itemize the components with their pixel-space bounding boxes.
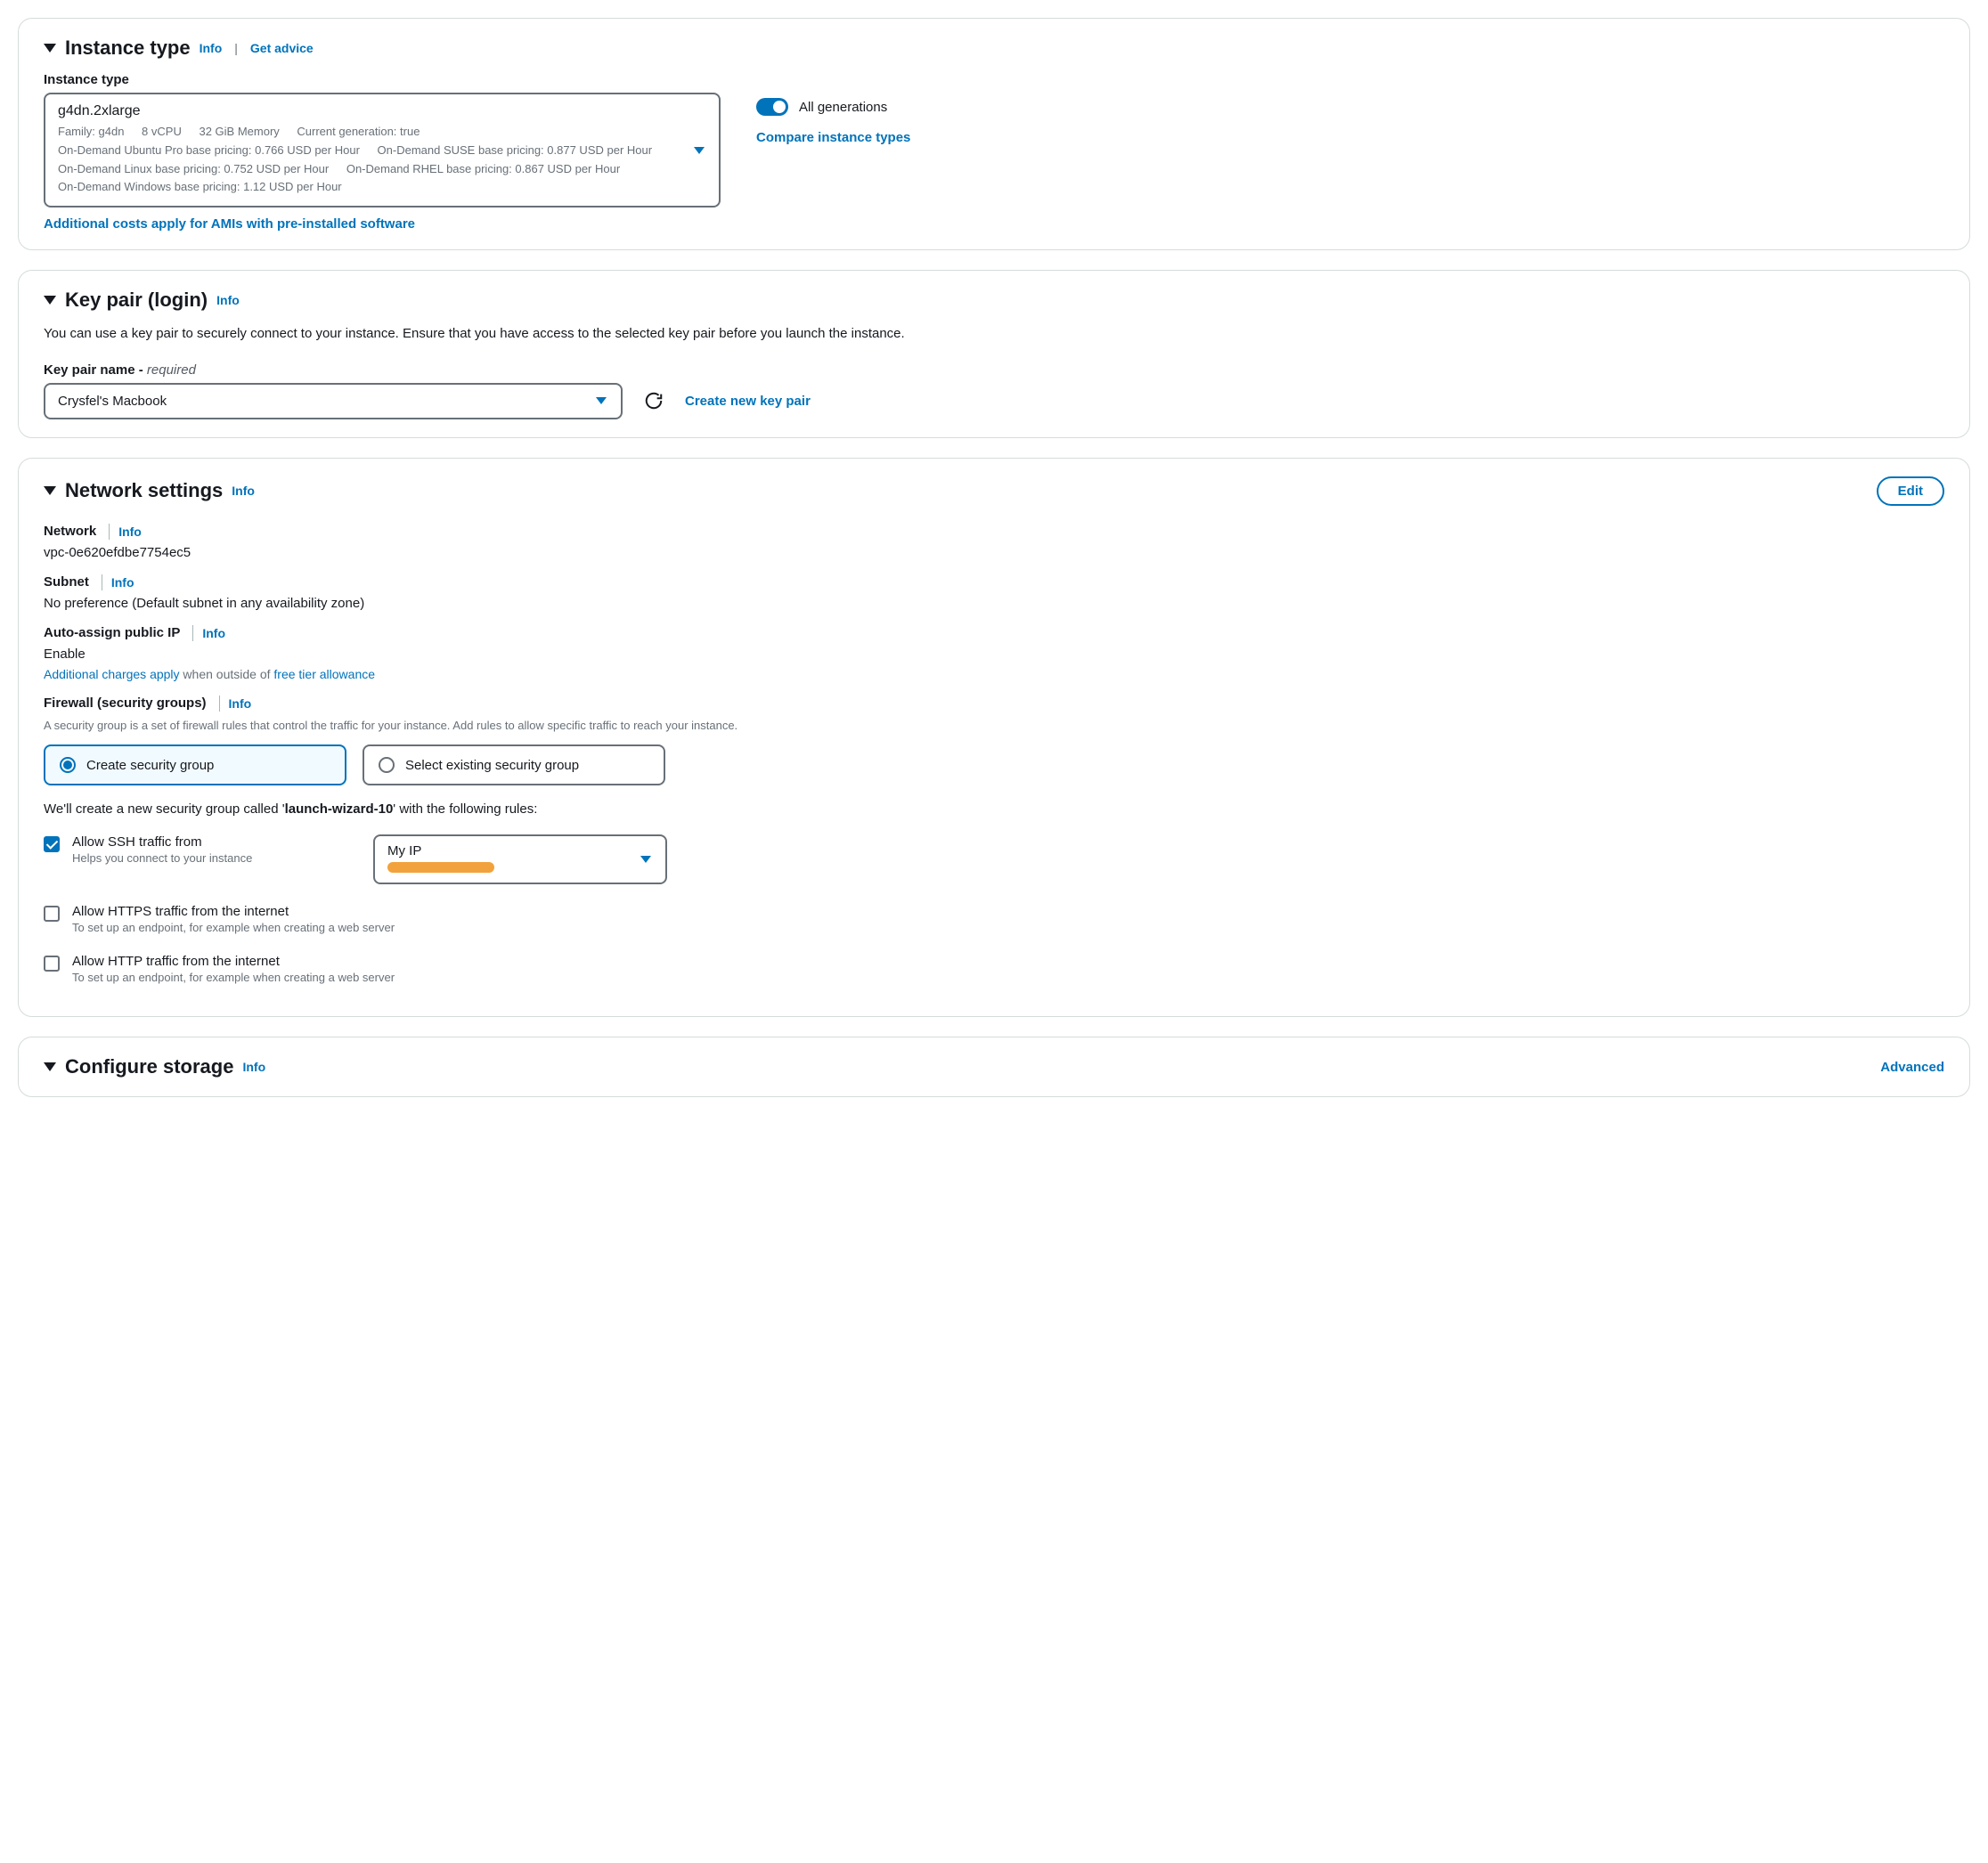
key-pair-title: Key pair (login) bbox=[65, 289, 208, 312]
divider bbox=[219, 696, 220, 712]
network-value: vpc-0e620efdbe7754ec5 bbox=[44, 545, 1944, 560]
chevron-down-icon bbox=[596, 397, 607, 404]
network-label: Network bbox=[44, 524, 96, 539]
subnet-info-link[interactable]: Info bbox=[111, 575, 134, 590]
pricing-rhel: On-Demand RHEL base pricing: 0.867 USD p… bbox=[346, 162, 620, 175]
refresh-icon[interactable] bbox=[644, 391, 664, 411]
additional-costs-link[interactable]: Additional costs apply for AMIs with pre… bbox=[44, 216, 415, 232]
ssh-source-value: My IP bbox=[387, 843, 653, 858]
allow-ssh-hint: Helps you connect to your instance bbox=[72, 851, 338, 865]
redacted-ip bbox=[387, 862, 494, 873]
storage-info-link[interactable]: Info bbox=[242, 1060, 265, 1074]
free-tier-link[interactable]: free tier allowance bbox=[273, 667, 375, 681]
allow-ssh-label: Allow SSH traffic from bbox=[72, 834, 338, 850]
allow-https-label: Allow HTTPS traffic from the internet bbox=[72, 904, 1944, 919]
firewall-label: Firewall (security groups) bbox=[44, 696, 207, 711]
sg-create-note: We'll create a new security group called… bbox=[44, 801, 1944, 817]
all-generations-toggle[interactable] bbox=[756, 98, 788, 116]
firewall-hint: A security group is a set of firewall ru… bbox=[44, 717, 1944, 735]
radio-icon bbox=[60, 757, 76, 773]
sg-name: launch-wizard-10 bbox=[285, 801, 394, 817]
divider: | bbox=[234, 41, 238, 55]
instance-type-select[interactable]: g4dn.2xlarge Family: g4dn 8 vCPU 32 GiB … bbox=[44, 93, 721, 207]
key-pair-header[interactable]: Key pair (login) Info bbox=[44, 289, 1944, 312]
allow-ssh-checkbox[interactable] bbox=[44, 836, 60, 852]
allow-https-checkbox[interactable] bbox=[44, 906, 60, 922]
public-ip-label: Auto-assign public IP bbox=[44, 625, 180, 640]
compare-instance-types-link[interactable]: Compare instance types bbox=[756, 130, 910, 145]
key-pair-selected-value: Crysfel's Macbook bbox=[58, 394, 167, 409]
instance-type-meta: Family: g4dn 8 vCPU 32 GiB Memory Curren… bbox=[58, 123, 683, 197]
pricing-suse: On-Demand SUSE base pricing: 0.877 USD p… bbox=[378, 143, 653, 157]
divider bbox=[192, 625, 193, 641]
pricing-linux: On-Demand Linux base pricing: 0.752 USD … bbox=[58, 162, 329, 175]
create-sg-label: Create security group bbox=[86, 758, 214, 773]
create-security-group-radio[interactable]: Create security group bbox=[44, 744, 346, 785]
subnet-value: No preference (Default subnet in any ava… bbox=[44, 596, 1944, 611]
create-key-pair-link[interactable]: Create new key pair bbox=[685, 394, 811, 409]
key-pair-info-link[interactable]: Info bbox=[216, 293, 240, 307]
instance-type-header[interactable]: Instance type Info | Get advice bbox=[44, 37, 1944, 60]
edit-button[interactable]: Edit bbox=[1877, 476, 1944, 506]
instance-family: Family: g4dn bbox=[58, 125, 124, 138]
pricing-ubuntu: On-Demand Ubuntu Pro base pricing: 0.766… bbox=[58, 143, 360, 157]
caret-down-icon bbox=[44, 44, 56, 53]
additional-charges-link[interactable]: Additional charges apply bbox=[44, 667, 180, 681]
radio-icon bbox=[379, 757, 395, 773]
pricing-windows: On-Demand Windows base pricing: 1.12 USD… bbox=[58, 180, 342, 193]
divider bbox=[109, 524, 110, 540]
firewall-info-link[interactable]: Info bbox=[229, 696, 252, 711]
network-settings-title: Network settings bbox=[65, 479, 223, 502]
public-ip-info-link[interactable]: Info bbox=[202, 626, 225, 640]
chevron-down-icon bbox=[640, 856, 651, 863]
caret-down-icon bbox=[44, 296, 56, 305]
configure-storage-header[interactable]: Configure storage Info Advanced bbox=[44, 1055, 1944, 1078]
all-generations-label: All generations bbox=[799, 100, 887, 115]
configure-storage-panel: Configure storage Info Advanced bbox=[18, 1037, 1970, 1097]
network-info-link[interactable]: Info bbox=[232, 484, 255, 498]
instance-vcpu: 8 vCPU bbox=[142, 125, 182, 138]
instance-currentgen: Current generation: true bbox=[297, 125, 420, 138]
caret-down-icon bbox=[44, 1062, 56, 1071]
key-pair-field-label: Key pair name - required bbox=[44, 362, 1944, 378]
allow-http-label: Allow HTTP traffic from the internet bbox=[72, 954, 1944, 969]
configure-storage-title: Configure storage bbox=[65, 1055, 233, 1078]
network-settings-header[interactable]: Network settings Info Edit bbox=[44, 476, 1944, 506]
advanced-link[interactable]: Advanced bbox=[1880, 1060, 1944, 1075]
instance-type-panel: Instance type Info | Get advice Instance… bbox=[18, 18, 1970, 250]
get-advice-link[interactable]: Get advice bbox=[250, 41, 314, 55]
key-pair-select[interactable]: Crysfel's Macbook bbox=[44, 383, 623, 419]
select-security-group-radio[interactable]: Select existing security group bbox=[363, 744, 665, 785]
instance-type-field-label: Instance type bbox=[44, 72, 1944, 87]
chevron-down-icon bbox=[694, 147, 705, 154]
allow-https-hint: To set up an endpoint, for example when … bbox=[72, 921, 1944, 934]
subnet-label: Subnet bbox=[44, 574, 89, 590]
network-settings-panel: Network settings Info Edit Network Info … bbox=[18, 458, 1970, 1018]
key-pair-panel: Key pair (login) Info You can use a key … bbox=[18, 270, 1970, 438]
allow-http-hint: To set up an endpoint, for example when … bbox=[72, 971, 1944, 984]
select-sg-label: Select existing security group bbox=[405, 758, 579, 773]
ssh-source-select[interactable]: My IP bbox=[373, 834, 667, 884]
instance-type-name: g4dn.2xlarge bbox=[58, 103, 683, 119]
public-ip-value: Enable bbox=[44, 647, 1944, 662]
network-field-info-link[interactable]: Info bbox=[118, 525, 142, 539]
charges-note: Additional charges apply when outside of… bbox=[44, 667, 1944, 681]
caret-down-icon bbox=[44, 486, 56, 495]
allow-http-checkbox[interactable] bbox=[44, 956, 60, 972]
instance-memory: 32 GiB Memory bbox=[199, 125, 279, 138]
instance-type-info-link[interactable]: Info bbox=[200, 41, 223, 55]
key-pair-description: You can use a key pair to securely conne… bbox=[44, 324, 1944, 345]
instance-type-title: Instance type bbox=[65, 37, 191, 60]
